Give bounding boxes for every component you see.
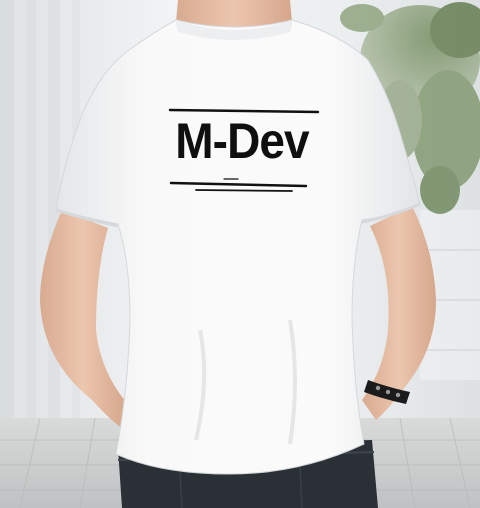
- photo-scene: [0, 0, 480, 508]
- scene-svg: [0, 0, 480, 508]
- shirt-print-text: M-Dev: [175, 113, 309, 169]
